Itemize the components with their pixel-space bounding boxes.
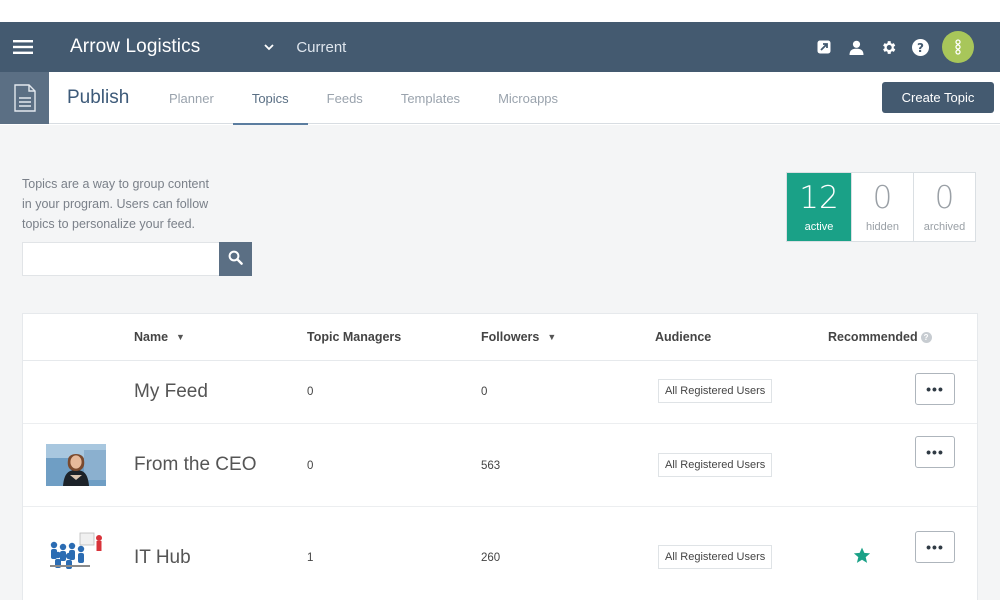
tab-topics[interactable]: Topics — [232, 72, 308, 125]
topic-followers-count: 563 — [481, 460, 501, 472]
section-title: Publish — [67, 87, 130, 108]
column-header-recommended: Recommended ? — [828, 330, 932, 344]
more-actions-button[interactable]: ••• — [915, 436, 955, 468]
avatar-icon[interactable] — [942, 31, 974, 63]
search-bar — [22, 242, 252, 276]
topic-name[interactable]: My Feed — [134, 381, 208, 403]
create-topic-button[interactable]: Create Topic — [882, 82, 994, 113]
sort-down-icon[interactable]: ▼ — [547, 332, 556, 342]
environment-label[interactable]: Current — [296, 39, 346, 56]
topic-managers-count: 1 — [307, 552, 314, 564]
filter-active[interactable]: 12 active — [787, 173, 851, 241]
user-icon[interactable] — [840, 22, 872, 72]
menu-icon[interactable] — [0, 22, 46, 72]
column-header-name[interactable]: Name ▼ — [134, 330, 185, 344]
audience-badge: All Registered Users — [658, 545, 773, 569]
topic-followers-count: 0 — [481, 386, 488, 398]
archived-label: archived — [923, 221, 966, 233]
more-actions-button[interactable]: ••• — [915, 373, 955, 405]
topic-name[interactable]: IT Hub — [134, 547, 191, 569]
document-icon[interactable] — [0, 72, 49, 124]
column-audience-label: Audience — [655, 330, 712, 344]
topics-table: Name ▼ Topic Managers Followers ▼ Audien… — [22, 313, 978, 600]
topic-managers-count: 0 — [307, 460, 314, 472]
filter-hidden[interactable]: 0 hidden — [851, 173, 913, 241]
table-row[interactable]: From the CEO 0 563 All Registered Users … — [23, 424, 977, 507]
active-label: active — [804, 221, 834, 233]
recommended-star-icon[interactable] — [853, 547, 871, 569]
svg-text:?: ? — [917, 41, 924, 55]
archived-count: 0 — [934, 180, 955, 216]
column-header-managers: Topic Managers — [307, 330, 401, 344]
filter-archived[interactable]: 0 archived — [913, 173, 975, 241]
tab-bar: Planner Topics Feeds Templates Microapps — [150, 72, 577, 125]
organization-name[interactable]: Arrow Logistics — [70, 36, 200, 58]
chevron-down-icon[interactable] — [264, 40, 274, 54]
section-navigation: Publish Planner Topics Feeds Templates M… — [0, 72, 1000, 125]
column-recommended-label: Recommended — [828, 330, 918, 344]
active-count: 12 — [799, 180, 839, 216]
top-navigation-bar: Arrow Logistics Current ? — [0, 22, 1000, 72]
header-actions: ? — [808, 22, 974, 72]
help-icon[interactable]: ? — [920, 331, 932, 343]
column-header-followers[interactable]: Followers ▼ — [481, 330, 556, 344]
column-header-audience: Audience — [655, 330, 711, 344]
table-row[interactable]: My Feed 0 0 All Registered Users ••• — [23, 361, 977, 424]
main-content: Topics are a way to group content in you… — [0, 125, 1000, 600]
tab-feeds[interactable]: Feeds — [308, 72, 382, 124]
table-row[interactable]: IT Hub 1 260 All Registered Users ••• — [23, 507, 977, 600]
topic-status-filters: 12 active 0 hidden 0 archived — [786, 172, 976, 242]
column-followers-label: Followers — [481, 330, 540, 344]
ceo-photo-thumbnail — [46, 444, 106, 486]
app-page: Arrow Logistics Current ? Publish Planne… — [0, 0, 1000, 600]
column-managers-label: Topic Managers — [307, 330, 402, 344]
hidden-count: 0 — [872, 180, 893, 216]
more-actions-button[interactable]: ••• — [915, 531, 955, 563]
column-name-label: Name — [134, 330, 169, 344]
help-icon[interactable]: ? — [904, 22, 936, 72]
intro-text: Topics are a way to group content in you… — [22, 177, 209, 231]
external-link-icon[interactable] — [808, 22, 840, 72]
audience-badge: All Registered Users — [658, 453, 773, 477]
top-margin — [0, 0, 1000, 22]
search-button[interactable] — [219, 242, 252, 276]
tab-templates[interactable]: Templates — [382, 72, 479, 124]
search-input[interactable] — [22, 242, 219, 276]
table-header: Name ▼ Topic Managers Followers ▼ Audien… — [23, 314, 977, 361]
tab-planner[interactable]: Planner — [150, 72, 233, 124]
topic-followers-count: 260 — [481, 552, 501, 564]
gear-icon[interactable] — [872, 22, 904, 72]
topic-name[interactable]: From the CEO — [134, 454, 256, 476]
team-figures-thumbnail — [46, 529, 106, 571]
hidden-label: hidden — [865, 221, 900, 233]
search-icon — [228, 250, 243, 268]
topic-managers-count: 0 — [307, 386, 314, 398]
audience-badge: All Registered Users — [658, 379, 773, 403]
sort-down-icon[interactable]: ▼ — [176, 332, 185, 342]
tab-microapps[interactable]: Microapps — [479, 72, 577, 124]
